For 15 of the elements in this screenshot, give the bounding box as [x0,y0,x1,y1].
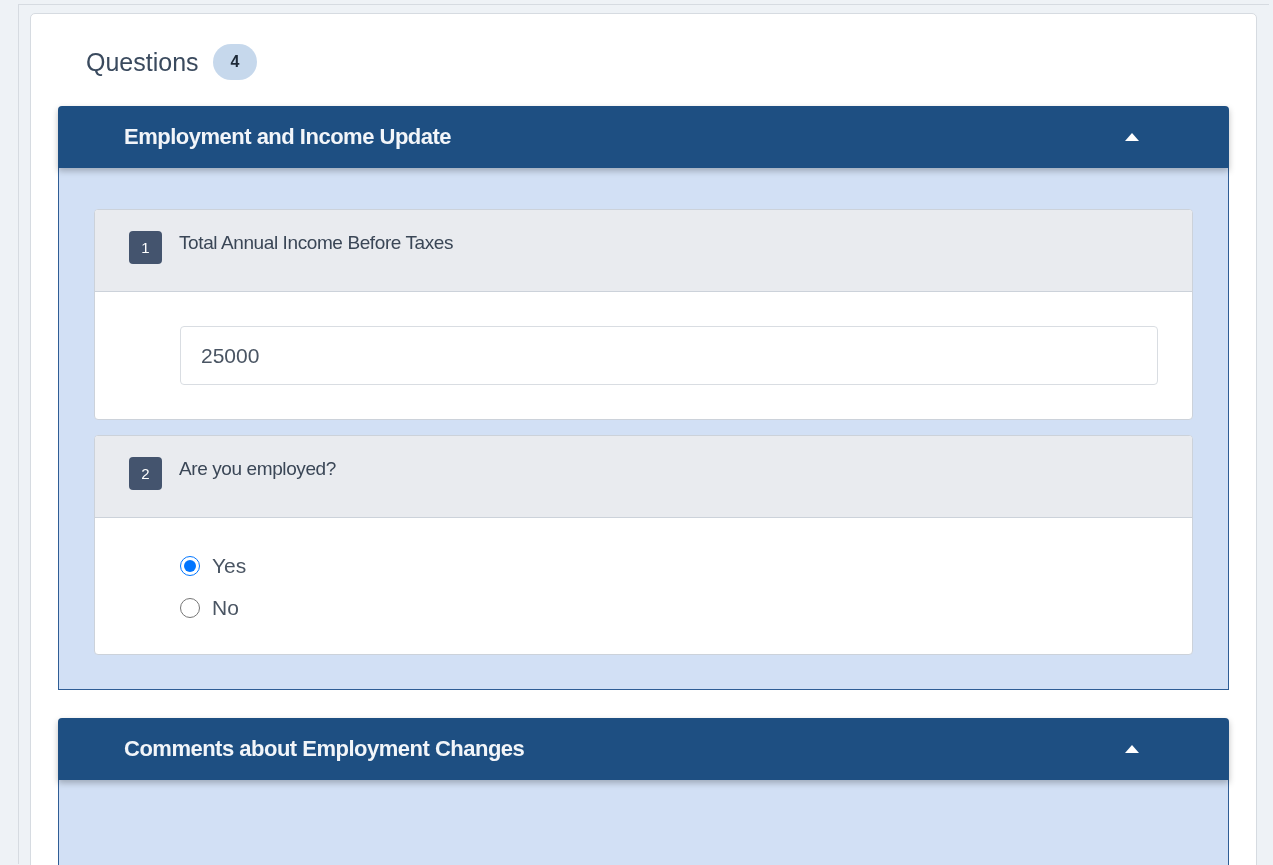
income-field[interactable]: 25000 [180,326,1158,385]
section-header[interactable]: Comments about Employment Changes [58,718,1229,780]
caret-icon[interactable] [1125,745,1139,753]
section-header[interactable]: Employment and Income Update [58,106,1229,168]
question-number: 1 [129,231,162,264]
option-label[interactable]: No [212,596,239,620]
question-number: 2 [129,457,162,490]
page-title: Questions [86,47,199,77]
option-label[interactable]: Yes [212,554,247,578]
count-badge: 4 [212,44,258,80]
radio-button[interactable] [180,556,200,576]
question-text: Are you employed? [179,458,336,480]
question-text: Total Annual Income Before Taxes [179,232,454,254]
radio-button[interactable] [180,598,200,618]
caret-icon[interactable] [1125,133,1139,141]
